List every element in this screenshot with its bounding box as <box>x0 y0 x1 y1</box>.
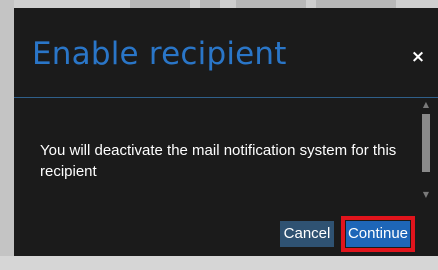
chevron-up-icon[interactable]: ▲ <box>420 100 432 110</box>
chevron-down-icon[interactable]: ▼ <box>420 190 432 200</box>
dialog-scrollbar[interactable]: ▲ ▼ <box>420 100 432 200</box>
enable-recipient-dialog: Enable recipient × You will deactivate t… <box>14 8 438 256</box>
background-toolbar-fragment <box>316 0 396 8</box>
continue-button[interactable]: Continue <box>346 221 410 247</box>
background-page-edge <box>0 0 14 270</box>
background-toolbar-fragment <box>200 0 220 8</box>
dialog-message: You will deactivate the mail notificatio… <box>40 142 397 180</box>
dialog-footer: Cancel Continue <box>14 208 438 256</box>
dialog-header: Enable recipient × <box>14 8 438 98</box>
close-icon[interactable]: × <box>410 49 426 66</box>
background-toolbar-fragment <box>130 0 190 8</box>
dialog-body: You will deactivate the mail notificatio… <box>14 98 438 208</box>
background-page-bottom <box>0 256 438 270</box>
scrollbar-thumb[interactable] <box>422 114 430 172</box>
dialog-title: Enable recipient <box>32 36 287 72</box>
background-toolbar-fragment <box>236 0 306 8</box>
cancel-button[interactable]: Cancel <box>280 221 334 247</box>
